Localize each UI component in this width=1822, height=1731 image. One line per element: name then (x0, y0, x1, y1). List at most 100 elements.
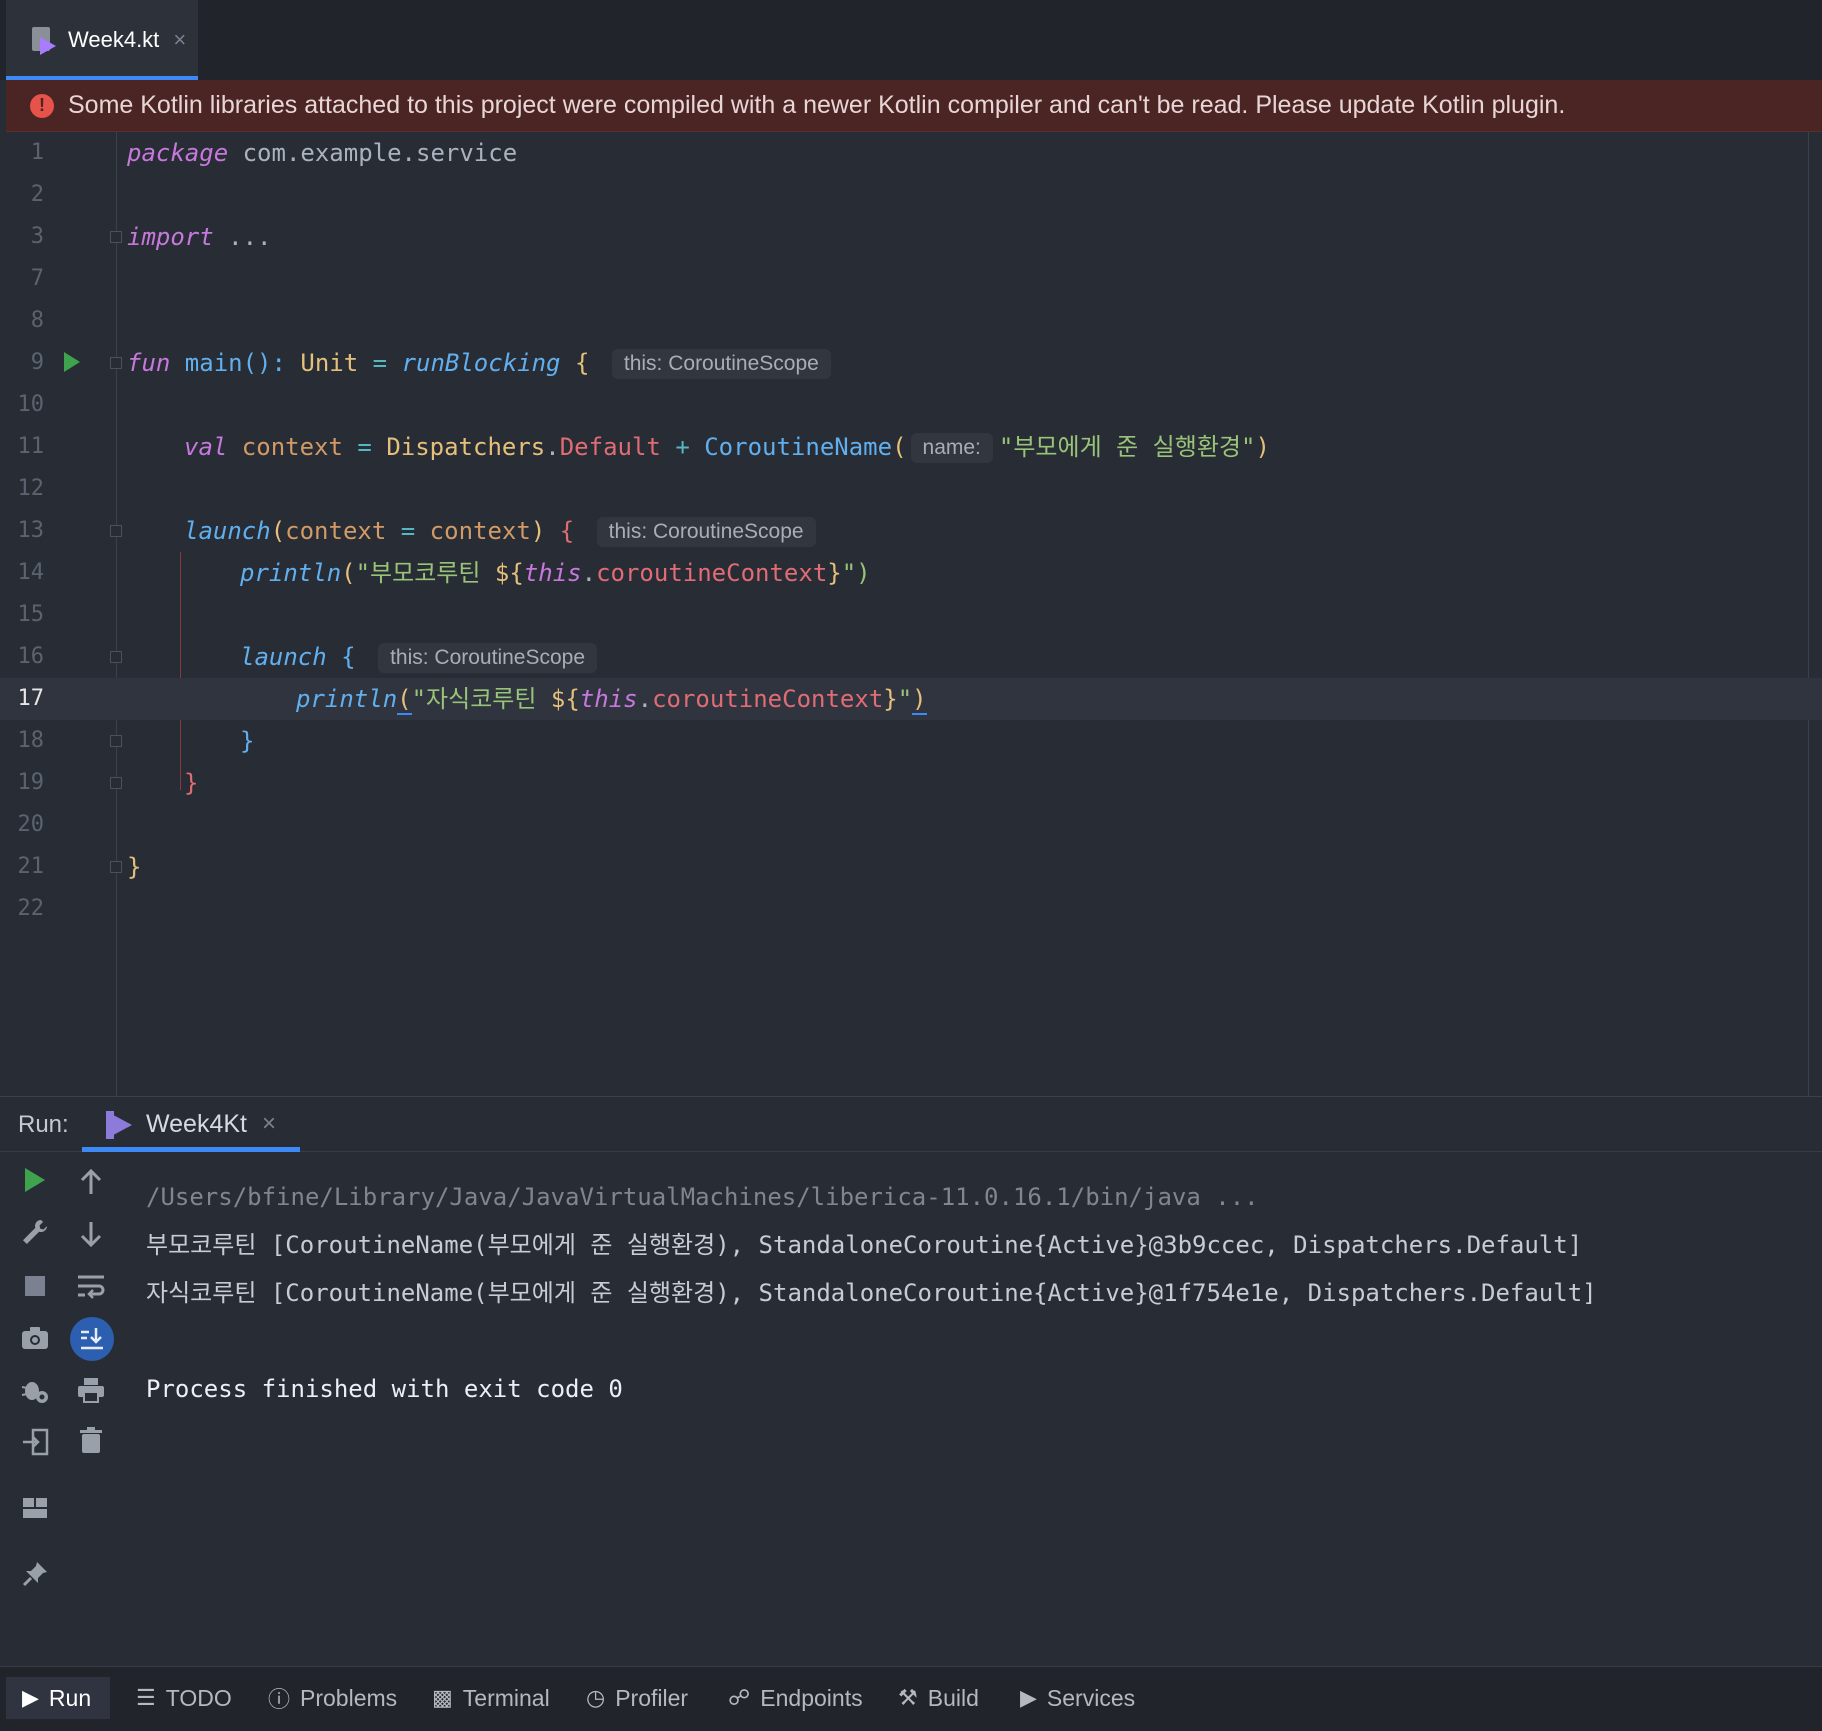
hammer-icon: ⚒ (898, 1685, 918, 1710)
tab-label: Week4.kt (68, 27, 160, 52)
camera-icon[interactable] (18, 1321, 52, 1355)
run-icon: ▶ (22, 1685, 39, 1710)
line-number: 3 (30, 224, 44, 249)
code-text: val context = Dispatchers.Default + Coro… (184, 433, 1270, 463)
code-line: 16 launch { this: CoroutineScope (0, 636, 1822, 678)
exit-icon[interactable] (18, 1425, 52, 1459)
tool-build[interactable]: ⚒ Build (882, 1677, 995, 1719)
code-text: println("자식코루틴 ${this.coroutineContext}"… (296, 685, 927, 715)
kotlin-file-icon (28, 25, 58, 55)
close-run-tab-icon[interactable]: × (262, 1110, 276, 1138)
tool-todo[interactable]: ☰ TODO (120, 1677, 248, 1719)
line-number: 14 (17, 560, 45, 585)
code-line: 14 println("부모코루틴 ${this.coroutineContex… (0, 552, 1822, 594)
tool-problems[interactable]: ⓘ Problems (252, 1677, 413, 1719)
line-number: 13 (17, 518, 45, 543)
inlay-hint: this: CoroutineScope (378, 643, 598, 673)
tool-run[interactable]: ▶ Run (6, 1677, 110, 1719)
tool-terminal[interactable]: ▩ Terminal (416, 1677, 566, 1719)
run-header: Run: Week4Kt × (0, 1097, 1822, 1152)
inlay-hint: this: CoroutineScope (611, 349, 831, 379)
code-text: } (127, 853, 142, 881)
rerun-icon[interactable] (18, 1163, 52, 1197)
code-line: 19 } (0, 762, 1822, 804)
soft-wrap-icon[interactable] (74, 1269, 108, 1303)
debug-settings-icon[interactable] (18, 1373, 52, 1407)
warning-icon: ⓘ (268, 1687, 291, 1712)
run-gutter-icon[interactable] (64, 352, 80, 372)
tool-endpoints[interactable]: ☍ Endpoints (712, 1677, 879, 1719)
code-line: 22 (0, 888, 1822, 930)
code-line: 13 launch(context = context) { this: Cor… (0, 510, 1822, 552)
kotlin-icon (106, 1111, 132, 1139)
stop-icon[interactable] (18, 1269, 52, 1303)
fold-marker-icon[interactable] (110, 357, 122, 369)
pin-icon[interactable] (18, 1557, 52, 1591)
tool-label: Problems (300, 1684, 398, 1711)
run-config-tab[interactable]: Week4Kt × (82, 1097, 300, 1152)
tool-services[interactable]: ▶ Services (1004, 1677, 1151, 1719)
bottom-tool-bar: ▶ Run ☰ TODO ⓘ Problems ▩ Terminal ◷ Profiler… (0, 1666, 1822, 1731)
console-line: /Users/bfine/Library/Java/JavaVirtualMac… (146, 1183, 1259, 1211)
tool-label: TODO (165, 1684, 232, 1711)
tool-label: Build (927, 1684, 979, 1711)
kotlin-error-banner: ! Some Kotlin libraries attached to this… (6, 80, 1822, 132)
up-arrow-icon[interactable] (74, 1165, 108, 1199)
code-line: 10 (0, 384, 1822, 426)
code-text: fun main(): Unit = runBlocking { this: C… (127, 342, 831, 384)
line-number: 22 (17, 896, 45, 921)
down-arrow-icon[interactable] (74, 1217, 108, 1251)
code-text: import ... (127, 223, 272, 251)
fold-marker-icon[interactable] (110, 735, 122, 747)
code-text: println("부모코루틴 ${this.coroutineContext}"… (240, 559, 871, 587)
fold-marker-icon[interactable] (110, 861, 122, 873)
code-line: 8 (0, 300, 1822, 342)
code-line: 7 (0, 258, 1822, 300)
code-line: 15 (0, 594, 1822, 636)
line-number: 11 (17, 434, 45, 459)
wrench-icon[interactable] (18, 1215, 52, 1249)
print-icon[interactable] (74, 1373, 108, 1407)
line-number: 17 (17, 686, 45, 711)
fold-marker-icon[interactable] (110, 651, 122, 663)
tab-week4-kt[interactable]: Week4.kt × (6, 0, 198, 80)
profiler-icon: ◷ (586, 1685, 606, 1710)
line-number: 15 (17, 602, 45, 627)
inlay-hint: this: CoroutineScope (596, 517, 816, 547)
services-icon: ▶ (1020, 1685, 1037, 1710)
tab-active-indicator (82, 1147, 300, 1152)
code-line-current: 17 println("자식코루틴 ${this.coroutineContex… (0, 678, 1822, 720)
code-line: 21 } (0, 846, 1822, 888)
code-line: 3 import ... (0, 216, 1822, 258)
layout-icon[interactable] (18, 1491, 52, 1525)
tool-profiler[interactable]: ◷ Profiler (570, 1677, 704, 1719)
code-text: } (184, 769, 199, 797)
code-line: 12 (0, 468, 1822, 510)
code-line: 9 fun main(): Unit = runBlocking { this:… (0, 342, 1822, 384)
run-title: Run: (18, 1111, 69, 1138)
line-number: 16 (17, 644, 45, 669)
tool-label: Services (1046, 1684, 1136, 1711)
fold-marker-icon[interactable] (110, 231, 122, 243)
fold-marker-icon[interactable] (110, 777, 122, 789)
line-number: 8 (30, 308, 44, 333)
code-editor[interactable]: 1 package com.example.service 2 3 import… (0, 132, 1822, 1096)
code-text: package com.example.service (127, 139, 518, 167)
code-line: 11 val context = Dispatchers.Default + C… (0, 426, 1822, 468)
endpoints-icon: ☍ (728, 1685, 751, 1710)
close-tab-icon[interactable]: × (173, 27, 186, 53)
trash-icon[interactable] (74, 1423, 108, 1457)
line-number: 10 (17, 392, 45, 417)
code-text: launch(context = context) { this: Corout… (184, 510, 816, 552)
fold-marker-icon[interactable] (110, 525, 122, 537)
error-icon: ! (30, 93, 54, 118)
scroll-to-end-icon[interactable] (70, 1317, 114, 1361)
run-tab-label: Week4Kt (146, 1110, 247, 1138)
code-line: 2 (0, 174, 1822, 216)
terminal-icon: ▩ (432, 1685, 453, 1710)
parameter-hint: name: (910, 433, 993, 463)
console-line: 자식코루틴 [CoroutineName(부모에게 준 실행환경), Stand… (146, 1279, 1597, 1307)
line-number: 2 (30, 182, 44, 207)
tool-label: Run (48, 1684, 92, 1711)
line-number: 7 (30, 266, 44, 291)
